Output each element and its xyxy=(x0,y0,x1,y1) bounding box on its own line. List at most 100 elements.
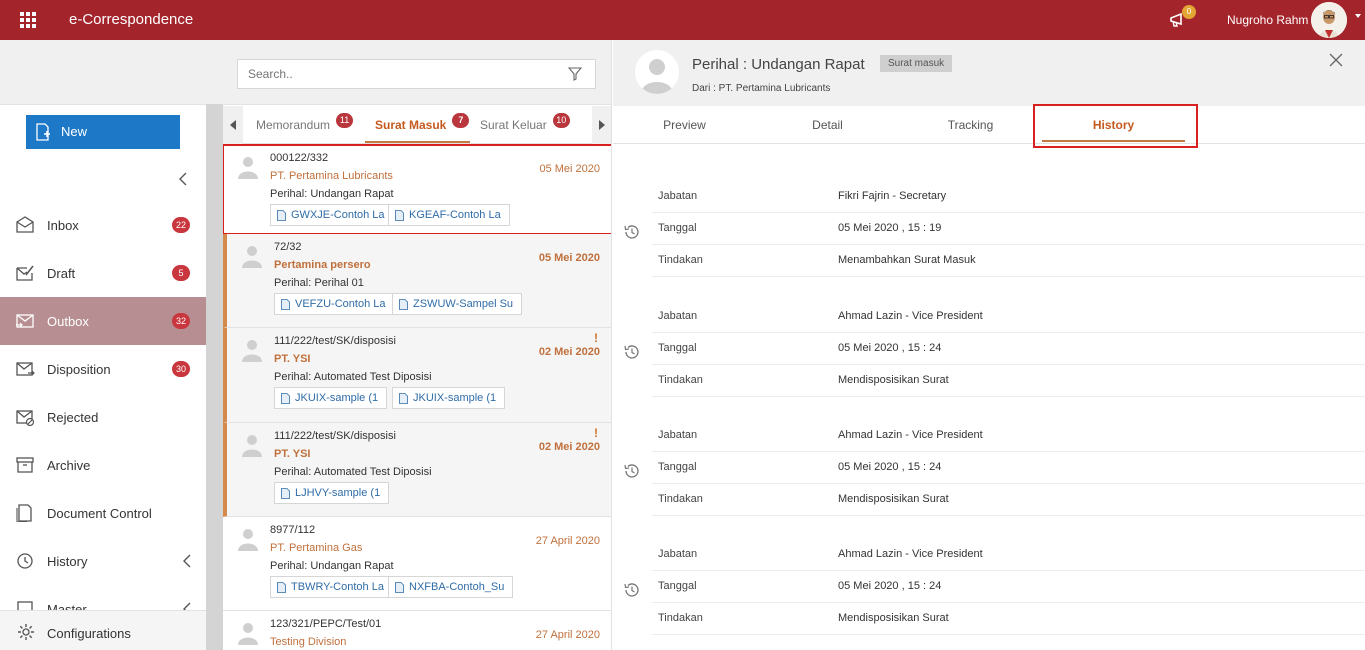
file-icon xyxy=(281,393,290,404)
tab-detail[interactable]: Detail xyxy=(756,106,899,144)
history-value: 05 Mei 2020 , 15 : 19 xyxy=(838,222,942,234)
configurations-label: Configurations xyxy=(47,626,131,641)
disposition-count-badge: 30 xyxy=(172,361,190,377)
tab-label: Memorandum xyxy=(256,118,331,132)
letter-type-tag: Surat masuk xyxy=(880,55,953,72)
sidebar-item-inbox[interactable]: Inbox 22 xyxy=(0,201,206,249)
history-value: Mendisposisikan Surat xyxy=(838,612,949,624)
file-icon xyxy=(395,210,404,221)
priority-flag: ! xyxy=(594,426,598,440)
file-icon xyxy=(399,393,408,404)
history-icon xyxy=(17,553,33,569)
document-control-icon xyxy=(16,504,32,522)
history-row-tindakan: Tindakan Mendisposisikan Surat xyxy=(652,484,1365,516)
collapse-sidebar-chevron-icon[interactable] xyxy=(176,171,190,187)
attachment-chip[interactable]: LJHVY-sample (1 xyxy=(274,482,390,504)
new-correspondence-label: New Correspondence xyxy=(61,124,158,173)
sender-avatar-icon xyxy=(238,529,258,551)
history-value: Mendisposisikan Surat xyxy=(838,374,949,386)
history-label: Tanggal xyxy=(658,342,697,354)
letter-subject: Perihal: Automated Test Diposisi xyxy=(274,466,432,478)
sidebar-item-master[interactable]: Master xyxy=(0,585,206,610)
list-item[interactable]: 8977/112 PT. Pertamina Gas 27 April 2020 Pe… xyxy=(223,517,611,611)
attachment-chip[interactable]: KGEAF-Contoh La xyxy=(388,204,510,226)
sidebar-item-archive[interactable]: Archive xyxy=(0,441,206,489)
letter-subject: Perihal: Automated Test Diposisi xyxy=(274,371,432,383)
sidebar-item-label: Archive xyxy=(47,458,91,473)
apps-grid-icon[interactable] xyxy=(20,12,36,28)
tabs-scroll-right-button[interactable] xyxy=(592,106,611,144)
tab-memorandum[interactable]: Memorandum 11 xyxy=(256,106,354,144)
active-tab-underline xyxy=(365,141,470,143)
file-icon xyxy=(281,488,290,499)
list-item[interactable]: 72/32 Pertamina persero 05 Mei 2020 Perihal… xyxy=(223,234,611,328)
sidebar-item-history[interactable]: History xyxy=(0,537,206,585)
attachment-chip[interactable]: TBWRY-Contoh La xyxy=(270,576,393,598)
user-avatar[interactable] xyxy=(1311,2,1347,38)
outbox-icon xyxy=(16,314,34,328)
close-icon[interactable] xyxy=(1329,53,1343,67)
sidebar-item-label: Disposition xyxy=(47,362,111,377)
detail-header: Perihal : Undangan Rapat Surat masuk Dar… xyxy=(613,40,1365,106)
sender-avatar-icon xyxy=(238,157,258,179)
tabs-scroll-left-button[interactable] xyxy=(223,106,243,144)
tab-tracking[interactable]: Tracking xyxy=(899,106,1042,144)
attachment-name: KGEAF-Contoh La xyxy=(409,209,501,221)
letter-number: 123/321/PEPC/Test/01 xyxy=(270,618,382,630)
letter-sender: PT. Pertamina Gas xyxy=(270,542,363,554)
rejected-icon xyxy=(16,410,35,426)
gear-icon xyxy=(18,624,34,640)
letter-sender: PT. YSI xyxy=(274,448,311,460)
sidebar-item-draft[interactable]: Draft 5 xyxy=(0,249,206,297)
sidebar-item-disposition[interactable]: Disposition 30 xyxy=(0,345,206,393)
sidebar-item-label: Inbox xyxy=(47,218,79,233)
archive-icon xyxy=(16,457,34,473)
sidebar-item-outbox[interactable]: Outbox 32 xyxy=(0,297,206,345)
attachment-chip[interactable]: ZSWUW-Sampel Su xyxy=(392,293,523,315)
attachment-chip[interactable]: VEFZU-Contoh La xyxy=(274,293,395,315)
letter-subject: Perihal: Undangan Rapat xyxy=(270,560,394,572)
new-correspondence-button[interactable]: New Correspondence xyxy=(26,115,180,173)
sidebar-item-label: History xyxy=(47,554,88,569)
tab-surat-keluar[interactable]: Surat Keluar 10 xyxy=(480,106,570,144)
history-row-tanggal: Tanggal 05 Mei 2020 , 15 : 24 xyxy=(652,333,1365,365)
tab-preview[interactable]: Preview xyxy=(613,106,756,144)
attachment-chip[interactable]: JKUIX-sample (1 xyxy=(392,387,506,409)
history-tab-highlight xyxy=(1033,104,1198,148)
draft-icon xyxy=(16,265,34,281)
letter-sender: PT. YSI xyxy=(274,353,311,365)
history-label: Jabatan xyxy=(658,190,698,202)
sidebar-item-configurations[interactable]: Configurations xyxy=(0,610,206,650)
filter-icon[interactable] xyxy=(568,67,582,81)
attachment-chip[interactable]: JKUIX-sample (1 xyxy=(274,387,388,409)
expand-chevron-icon[interactable] xyxy=(180,601,194,610)
correspondence-list-panel: Memorandum 11 Surat Masuk 7 Surat Keluar 10… xyxy=(223,40,612,650)
list-item[interactable]: 000122/332 PT. Pertamina Lubricants 05 Mei… xyxy=(223,144,611,235)
list-item[interactable]: 111/222/test/SK/disposisi! PT. YSI 02 Mei … xyxy=(223,423,611,517)
history-value: Menambahkan Surat Masuk xyxy=(838,254,976,266)
history-value: 05 Mei 2020 , 15 : 24 xyxy=(838,342,942,354)
user-name[interactable]: Nugroho Rahm xyxy=(1227,13,1308,27)
attachment-name: JKUIX-sample (1 xyxy=(413,392,497,404)
letter-date: 02 Mei 2020 xyxy=(538,441,600,453)
sidebar-item-rejected[interactable]: Rejected xyxy=(0,393,206,441)
search-input[interactable] xyxy=(237,59,596,89)
user-menu-caret-icon[interactable] xyxy=(1355,14,1361,18)
list-item[interactable]: 111/222/test/SK/disposisi! PT. YSI 02 Mei … xyxy=(223,328,611,423)
sidebar-header xyxy=(0,40,206,105)
sidebar-item-document-control[interactable]: Document Control xyxy=(0,489,206,537)
attachment-chip[interactable]: NXFBA-Contoh_Su xyxy=(388,576,514,598)
sidebar-scrollbar[interactable] xyxy=(206,104,223,650)
attachment-chip[interactable]: GWXJE-Contoh La xyxy=(270,204,394,226)
tab-surat-masuk[interactable]: Surat Masuk 7 xyxy=(375,106,470,144)
detail-sender: Dari : PT. Pertamina Lubricants xyxy=(692,83,831,94)
history-label: Tanggal xyxy=(658,461,697,473)
history-value: Ahmad Lazin - Vice President xyxy=(838,548,983,560)
list-item[interactable]: 123/321/PEPC/Test/01 Testing Division 27 A… xyxy=(223,611,611,650)
expand-chevron-icon[interactable] xyxy=(180,553,194,569)
caret-right-icon xyxy=(599,120,605,130)
file-icon xyxy=(277,210,286,221)
top-bar: e-Correspondence 0 Nugroho Rahm xyxy=(0,0,1365,40)
detail-panel: Perihal : Undangan Rapat Surat masuk Dar… xyxy=(613,40,1365,650)
tab-label: Surat Masuk xyxy=(375,118,447,132)
